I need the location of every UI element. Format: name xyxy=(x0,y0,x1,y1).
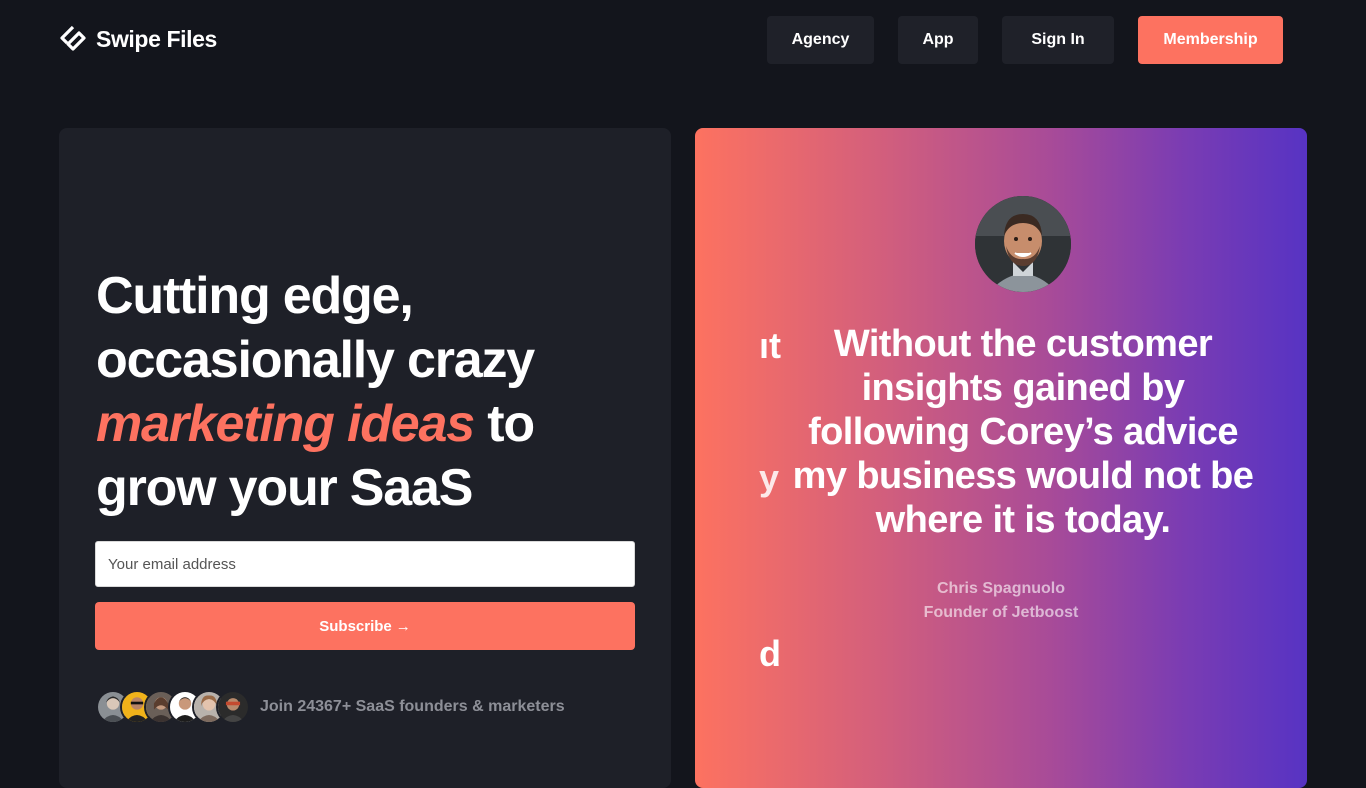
hero-headline: Cutting edge, occasionally crazy marketing… xyxy=(96,264,656,520)
avatar xyxy=(216,690,250,724)
site-header: Swipe Files Agency App Sign In Membershi… xyxy=(0,0,1366,80)
headline-after-accent: to xyxy=(473,395,535,453)
testimonial-author-avatar xyxy=(975,196,1071,292)
nav-sign-in-button[interactable]: Sign In xyxy=(1002,16,1114,64)
testimonial-author-title: Founder of Jetboost xyxy=(923,604,1079,621)
subscriber-avatars xyxy=(96,690,250,724)
subscribe-label: Subscribe xyxy=(319,617,392,635)
carousel-previous-quote-fragment: y xyxy=(759,457,780,498)
swipe-files-logo-icon xyxy=(60,25,86,51)
hero-signup-card: Cutting edge, occasionally crazy marketing… xyxy=(59,128,671,788)
headline-accent: marketing ideas xyxy=(96,395,475,453)
join-count-text: Join 24367+ SaaS founders & marketers xyxy=(260,698,565,715)
nav-membership-button[interactable]: Membership xyxy=(1138,16,1283,64)
headline-line-1: Cutting edge, xyxy=(96,267,414,325)
nav-app-button[interactable]: App xyxy=(898,16,978,64)
carousel-previous-quote-fragment: ıt xyxy=(759,325,781,366)
carousel-previous-quote-fragment: d xyxy=(759,633,781,674)
subscribe-button[interactable]: Subscribe → xyxy=(95,602,635,650)
headline-line-2: occasionally crazy xyxy=(96,331,535,389)
testimonial-author-name: Chris Spagnuolo xyxy=(937,580,1065,597)
headline-line-4: grow your SaaS xyxy=(96,459,473,517)
logo-link[interactable]: Swipe Files xyxy=(58,24,217,54)
email-input[interactable] xyxy=(95,541,635,587)
social-proof: Join 24367+ SaaS founders & marketers xyxy=(96,690,565,724)
brand-name: Swipe Files xyxy=(96,25,217,52)
arrow-right-icon: → xyxy=(395,617,411,635)
testimonial-quote: Without the customer insights gained by … xyxy=(792,323,1254,541)
testimonial-card: ıt y d Without the customer insights gai… xyxy=(695,128,1307,788)
nav-agency-button[interactable]: Agency xyxy=(767,16,874,64)
